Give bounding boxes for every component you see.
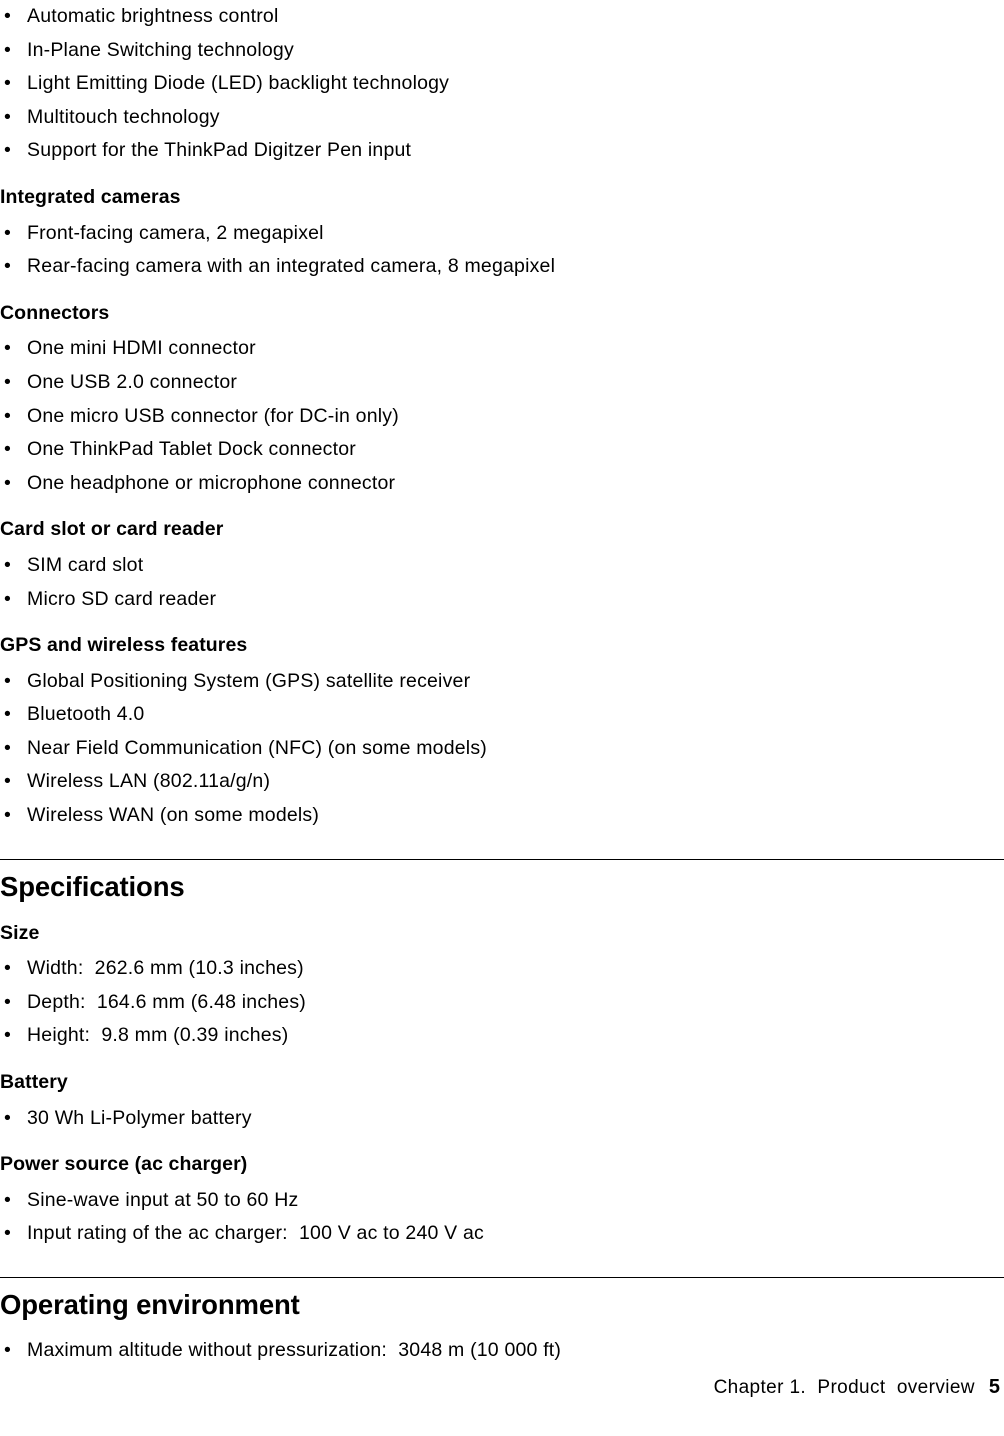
bullet-icon: •: [4, 337, 12, 360]
bullet-icon: •: [4, 255, 12, 278]
bullet-icon: •: [4, 139, 12, 162]
list-item-label: Width: 262.6 mm (10.3 inches): [27, 957, 304, 980]
list-item-label: Global Positioning System (GPS) satellit…: [27, 669, 471, 692]
list-item: • Sine-wave input at 50 to 60 Hz: [0, 1184, 1004, 1218]
list-item-label: Near Field Communication (NFC) (on some …: [27, 736, 487, 759]
list-item-label: One ThinkPad Tablet Dock connector: [27, 438, 356, 461]
list-item-label: In-Plane Switching technology: [27, 38, 294, 61]
bullet-icon: •: [4, 1024, 12, 1047]
subsection-heading: Size: [0, 921, 40, 944]
list-item: • Rear-facing camera with an integrated c…: [0, 250, 1004, 284]
section-divider: [0, 1277, 1004, 1278]
list-item-label: Height: 9.8 mm (0.39 inches): [27, 1024, 289, 1047]
list-item: • Micro SD card reader: [0, 583, 1004, 617]
subsection-heading: Power source (ac charger): [0, 1153, 248, 1176]
bullet-icon: •: [4, 438, 12, 461]
list-item: • One ThinkPad Tablet Dock connector: [0, 433, 1004, 467]
page-content: • Automatic brightness control • In-Plane …: [0, 0, 1004, 1368]
list-item: • Width: 262.6 mm (10.3 inches): [0, 952, 1004, 986]
subsection-heading: Battery: [0, 1071, 68, 1094]
bullet-icon: •: [4, 221, 12, 244]
bullet-icon: •: [4, 770, 12, 793]
list-item: • Bluetooth 4.0: [0, 698, 1004, 732]
bullet-icon: •: [4, 804, 12, 827]
bullet-icon: •: [4, 370, 12, 393]
list-item-label: One USB 2.0 connector: [27, 370, 238, 393]
list-item-label: Bluetooth 4.0: [27, 703, 145, 726]
subsection-heading: Integrated cameras: [0, 185, 181, 208]
bullet-icon: •: [4, 38, 12, 61]
list-item: • Near Field Communication (NFC) (on some…: [0, 732, 1004, 766]
list-item-label: Micro SD card reader: [27, 587, 217, 610]
list-item-label: One micro USB connector (for DC-in only): [27, 404, 399, 427]
page-footer: Chapter 1. Product overview 5: [0, 1351, 1004, 1424]
bullet-icon: •: [4, 553, 12, 576]
bullet-icon: •: [4, 1188, 12, 1211]
list-item-label: Rear-facing camera with an integrated ca…: [27, 255, 556, 278]
list-item-label: Input rating of the ac charger: 100 V ac…: [27, 1222, 484, 1245]
section-connectors: Connectors • One mini HDMI connector • One…: [0, 297, 1004, 501]
bullet-icon: •: [4, 471, 12, 494]
list-item: • One micro USB connector (for DC-in only…: [0, 400, 1004, 434]
list-item: • Automatic brightness control: [0, 0, 1004, 34]
subsection-heading: Card slot or card reader: [0, 518, 224, 541]
subsection-heading: GPS and wireless features: [0, 634, 248, 657]
section-battery: Battery • 30 Wh Li-Polymer battery: [0, 1066, 1004, 1135]
display-features-list: • Automatic brightness control • In-Plane …: [0, 0, 1004, 168]
bullet-icon: •: [4, 703, 12, 726]
list-item: • Global Positioning System (GPS) satelli…: [0, 665, 1004, 699]
bullet-icon: •: [4, 404, 12, 427]
bullet-icon: •: [4, 990, 12, 1013]
section-divider: [0, 858, 1004, 860]
list-item-label: SIM card slot: [27, 553, 144, 576]
section-size: Size • Width: 262.6 mm (10.3 inches) • Dep…: [0, 917, 1004, 1053]
list-item: • Wireless WAN (on some models): [0, 799, 1004, 833]
list-item-label: Automatic brightness control: [27, 5, 279, 27]
list-item: • Input rating of the ac charger: 100 V a…: [0, 1217, 1004, 1251]
section-integrated-cameras: Integrated cameras • Front-facing camera,…: [0, 181, 1004, 284]
list-item-label: Support for the ThinkPad Digitzer Pen in…: [27, 139, 412, 162]
section-power-source: Power source (ac charger) • Sine-wave inp…: [0, 1148, 1004, 1251]
list-item-label: Wireless LAN (802.11a/g/n): [27, 770, 271, 793]
list-item: • Light Emitting Diode (LED) backlight te…: [0, 67, 1004, 101]
list-item: • In-Plane Switching technology: [0, 34, 1004, 68]
bullet-icon: •: [4, 957, 12, 980]
list-item-label: One headphone or microphone connector: [27, 471, 396, 494]
footer-chapter-label: Chapter 1. Product overview: [713, 1377, 975, 1398]
list-item: • Depth: 164.6 mm (6.48 inches): [0, 986, 1004, 1020]
bullet-icon: •: [4, 5, 12, 27]
list-item: • SIM card slot: [0, 549, 1004, 583]
list-item: • One headphone or microphone connector: [0, 467, 1004, 501]
list-item: • Front-facing camera, 2 megapixel: [0, 217, 1004, 251]
list-item-label: Light Emitting Diode (LED) backlight tec…: [27, 72, 450, 95]
list-item: • Multitouch technology: [0, 101, 1004, 135]
list-item-label: 30 Wh Li-Polymer battery: [27, 1106, 252, 1129]
section-card-slot: Card slot or card reader • SIM card slot …: [0, 513, 1004, 616]
list-item: • Wireless LAN (802.11a/g/n): [0, 765, 1004, 799]
bullet-icon: •: [4, 587, 12, 610]
section-gps-wireless: GPS and wireless features • Global Positi…: [0, 629, 1004, 833]
list-item: • One mini HDMI connector: [0, 332, 1004, 366]
list-item: • 30 Wh Li-Polymer battery: [0, 1102, 1004, 1136]
bullet-icon: •: [4, 736, 12, 759]
list-item-label: One mini HDMI connector: [27, 337, 256, 360]
footer-page-number: 5: [988, 1376, 1000, 1398]
bullet-icon: •: [4, 669, 12, 692]
list-item: • Height: 9.8 mm (0.39 inches): [0, 1019, 1004, 1053]
bullet-icon: •: [4, 1222, 12, 1245]
list-item-label: Wireless WAN (on some models): [27, 804, 320, 827]
bullet-icon: •: [4, 1106, 12, 1129]
bullet-icon: •: [4, 72, 12, 95]
document-page: • Automatic brightness control • In-Plane …: [0, 0, 1004, 1436]
list-item: • Support for the ThinkPad Digitzer Pen i…: [0, 134, 1004, 168]
list-item-label: Sine-wave input at 50 to 60 Hz: [27, 1188, 299, 1211]
section-heading-operating-environment: Operating environment: [0, 1289, 300, 1320]
list-item-label: Depth: 164.6 mm (6.48 inches): [27, 990, 306, 1013]
section-heading-specifications: Specifications: [0, 870, 185, 902]
list-item-label: Multitouch technology: [27, 105, 220, 128]
list-item-label: Front-facing camera, 2 megapixel: [27, 221, 324, 244]
list-item: • One USB 2.0 connector: [0, 366, 1004, 400]
bullet-icon: •: [4, 105, 12, 128]
subsection-heading: Connectors: [0, 301, 110, 324]
